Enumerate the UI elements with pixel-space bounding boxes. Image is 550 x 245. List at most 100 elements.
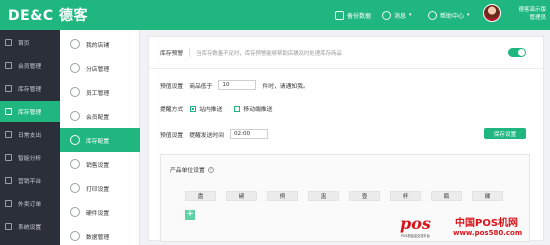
onsite-push-label: 站内推送 — [199, 107, 223, 113]
stock-alert-row: 库存预警 当库存数量不足时，库存预警能够帮助店铺及时处理库存商品 — [160, 48, 342, 57]
watermark-title: 中国POS机网 — [455, 218, 519, 229]
subnav-label: 我的店铺 — [86, 42, 110, 49]
stock-alert-toggle[interactable] — [508, 48, 526, 57]
help-icon — [428, 10, 437, 20]
subnav-item-data[interactable]: 数据管理 — [60, 224, 140, 245]
remind-time-label: 预值设置 — [160, 132, 184, 139]
unit-chip[interactable]: 碟 — [472, 191, 503, 201]
subnav-item-shop[interactable]: 我的店铺 — [60, 32, 140, 56]
nav-label: 营销平台 — [18, 179, 42, 185]
divider — [149, 68, 543, 69]
hardware-icon — [70, 207, 80, 217]
nav-item-expense[interactable]: 日常支出 — [0, 124, 60, 145]
unit-chip[interactable]: 盘 — [185, 191, 216, 201]
threshold-prefix: 商品低于 — [189, 83, 213, 90]
subnav-item-sales[interactable]: 销售设置 — [60, 152, 140, 176]
subnav-label: 库存配置 — [86, 138, 110, 145]
analysis-icon — [5, 154, 12, 161]
avatar[interactable] — [483, 4, 501, 22]
nav-label: 库存管理 — [18, 87, 42, 93]
save-settings-button[interactable]: 保存设置 — [484, 128, 526, 139]
unit-chip[interactable]: 壶 — [349, 191, 380, 201]
nav-item-settings[interactable]: 系统设置 — [0, 216, 60, 237]
nav-item-members[interactable]: 会员管理 — [0, 55, 60, 76]
chevron-down-icon: ▾ — [467, 12, 470, 18]
settings-icon — [5, 223, 12, 230]
add-unit-button[interactable]: + — [185, 210, 195, 220]
subnav-item-print[interactable]: 打印设置 — [60, 176, 140, 200]
user-info[interactable]: 德客演示版 管理员 — [506, 6, 546, 22]
member-config-icon — [70, 111, 80, 121]
branch-icon — [70, 63, 80, 73]
home-icon — [5, 39, 12, 46]
backup-icon — [335, 10, 344, 20]
subnav-label: 打印设置 — [86, 186, 110, 193]
messages-button[interactable]: 消息 ▾ — [382, 9, 412, 21]
remind-label: 提醒方式 — [160, 107, 184, 113]
user-name: 德客演示版 — [518, 7, 546, 13]
data-icon — [70, 231, 80, 241]
subnav-item-branch[interactable]: 分店管理 — [60, 56, 140, 80]
help-label: 帮助中心 — [440, 12, 465, 20]
stock-alert-hint: 当库存数量不足时，库存预警能够帮助店铺及时处理库存商品 — [196, 50, 342, 57]
inventory-icon — [5, 108, 12, 115]
backup-label: 备份数据 — [347, 12, 372, 20]
threshold-input[interactable]: 10 — [218, 80, 257, 90]
member-icon — [5, 62, 12, 69]
left-nav: 首页 会员管理 库存管理 库存管理 日常支出 智能分析 营销平台 外卖订单 系统… — [0, 30, 60, 245]
stock-alert-label: 库存预警 — [160, 51, 184, 57]
expense-icon — [5, 131, 12, 138]
messages-label: 消息 — [394, 12, 407, 20]
onsite-push-checkbox[interactable] — [190, 105, 197, 112]
bell-icon — [382, 10, 391, 20]
threshold-row: 预值设置 商品低于 10 件时，请通知我。 — [160, 80, 309, 90]
nav-label: 库存管理 — [18, 110, 42, 116]
sub-nav: 我的店铺 分店管理 员工管理 会员配置 库存配置 销售设置 打印设置 硬件设置 … — [60, 30, 140, 245]
remind-time-prefix: 提醒发送时间 — [189, 132, 224, 139]
question-icon[interactable]: ? — [207, 166, 214, 173]
nav-label: 智能分析 — [18, 156, 42, 162]
nav-label: 首页 — [18, 41, 30, 47]
nav-item-home[interactable]: 首页 — [0, 32, 60, 53]
unit-settings-title: 产品单位设置 ? — [170, 165, 214, 174]
nav-label: 外卖订单 — [18, 202, 42, 208]
subnav-item-member-config[interactable]: 会员配置 — [60, 104, 140, 128]
unit-chip[interactable]: 瓶 — [431, 191, 462, 201]
nav-item-stock[interactable]: 库存管理 — [0, 78, 60, 99]
watermark-logo: pos — [400, 214, 431, 233]
nav-item-marketing[interactable]: 营销平台 — [0, 170, 60, 191]
remind-row: 提醒方式 站内推送 移动端推送 — [160, 104, 272, 113]
subnav-item-stock-config[interactable]: 库存配置 — [60, 128, 140, 152]
subnav-item-staff[interactable]: 员工管理 — [60, 80, 140, 104]
nav-label: 系统设置 — [18, 225, 42, 231]
unit-settings-label: 产品单位设置 — [170, 168, 205, 174]
unit-chip[interactable]: 碗 — [226, 191, 257, 201]
threshold-label: 预值设置 — [160, 83, 184, 90]
unit-chip[interactable]: 例 — [267, 191, 298, 201]
shop-icon — [70, 39, 80, 49]
nav-item-takeout[interactable]: 外卖订单 — [0, 193, 60, 214]
mobile-push-checkbox[interactable] — [234, 105, 241, 112]
app-logo[interactable]: DE&C 德客 — [8, 5, 88, 25]
divider — [189, 48, 191, 57]
backup-button[interactable]: 备份数据 — [335, 9, 371, 21]
remind-time-row: 预值设置 提醒发送时间 02:00 — [160, 129, 268, 139]
subnav-label: 数据管理 — [86, 234, 110, 241]
nav-item-analysis[interactable]: 智能分析 — [0, 147, 60, 168]
unit-chip[interactable]: 盅 — [308, 191, 339, 201]
nav-item-inventory[interactable]: 库存管理 — [0, 101, 60, 122]
top-bar: DE&C 德客 备份数据 消息 ▾ 帮助中心 ▾ 德客演示版 管理员 — [0, 0, 550, 30]
help-center-button[interactable]: 帮助中心 ▾ — [428, 9, 470, 21]
watermark-url: www.pos580.com — [453, 229, 523, 237]
threshold-suffix: 件时，请通知我。 — [262, 83, 309, 90]
takeout-icon — [5, 200, 12, 207]
unit-chip[interactable]: 杯 — [390, 191, 421, 201]
remind-time-input[interactable]: 02:00 — [230, 129, 268, 139]
chevron-down-icon: ▾ — [409, 12, 412, 18]
subnav-item-hardware[interactable]: 硬件设置 — [60, 200, 140, 224]
watermark: pos POS机信息交流平台 中国POS机网 www.pos580.com — [398, 210, 548, 243]
subnav-label: 员工管理 — [86, 90, 110, 97]
print-icon — [70, 183, 80, 193]
marketing-icon — [5, 177, 12, 184]
subnav-label: 分店管理 — [86, 66, 110, 73]
